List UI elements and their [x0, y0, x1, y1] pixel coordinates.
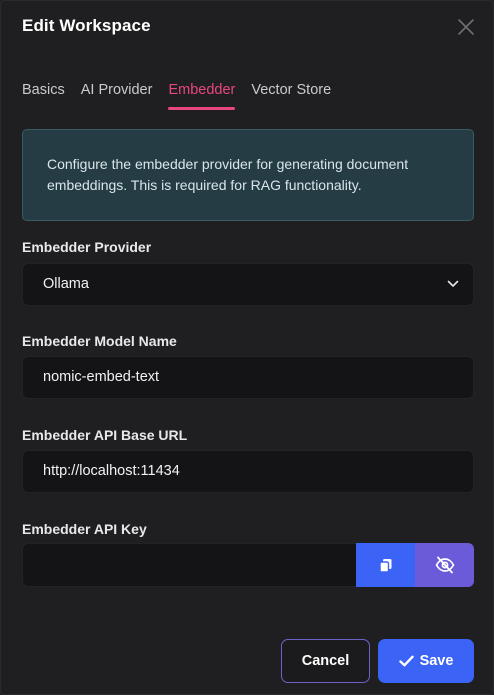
check-icon — [398, 655, 414, 667]
api-key-group — [22, 543, 474, 587]
tab-bar: Basics AI Provider Embedder Vector Store — [22, 82, 331, 110]
embedder-base-url-label: Embedder API Base URL — [22, 427, 188, 443]
embedder-base-url-input[interactable]: http://localhost:11434 — [22, 450, 474, 493]
info-text-line-2: embeddings. This is required for RAG fun… — [47, 177, 362, 193]
tab-vector-store[interactable]: Vector Store — [251, 82, 331, 107]
embedder-model-label: Embedder Model Name — [22, 333, 177, 349]
embedder-provider-label: Embedder Provider — [22, 239, 152, 255]
eye-off-icon — [435, 556, 454, 574]
info-text-line-1: Configure the embedder provider for gene… — [47, 156, 409, 172]
modal-title: Edit Workspace — [22, 16, 151, 35]
close-button[interactable] — [457, 18, 475, 36]
embedder-api-key-label: Embedder API Key — [22, 521, 147, 537]
copy-button[interactable] — [356, 543, 415, 587]
chevron-down-icon — [447, 280, 459, 287]
copy-icon — [378, 558, 391, 573]
info-message: Configure the embedder provider for gene… — [22, 129, 474, 221]
tab-basics[interactable]: Basics — [22, 82, 65, 107]
embedder-api-key-input[interactable] — [22, 543, 356, 587]
toggle-visibility-button[interactable] — [415, 543, 474, 587]
save-button[interactable]: Save — [378, 639, 474, 683]
embedder-provider-select[interactable]: Ollama — [22, 263, 474, 306]
tab-ai-provider[interactable]: AI Provider — [81, 82, 153, 107]
embedder-model-input[interactable]: nomic-embed-text — [22, 356, 474, 399]
close-icon — [458, 19, 474, 35]
edit-workspace-modal: Edit Workspace Basics AI Provider Embedd… — [0, 0, 494, 695]
embedder-provider-value: Ollama — [43, 276, 89, 292]
tab-embedder[interactable]: Embedder — [168, 82, 235, 110]
cancel-button[interactable]: Cancel — [281, 639, 370, 683]
save-button-label: Save — [419, 653, 454, 669]
